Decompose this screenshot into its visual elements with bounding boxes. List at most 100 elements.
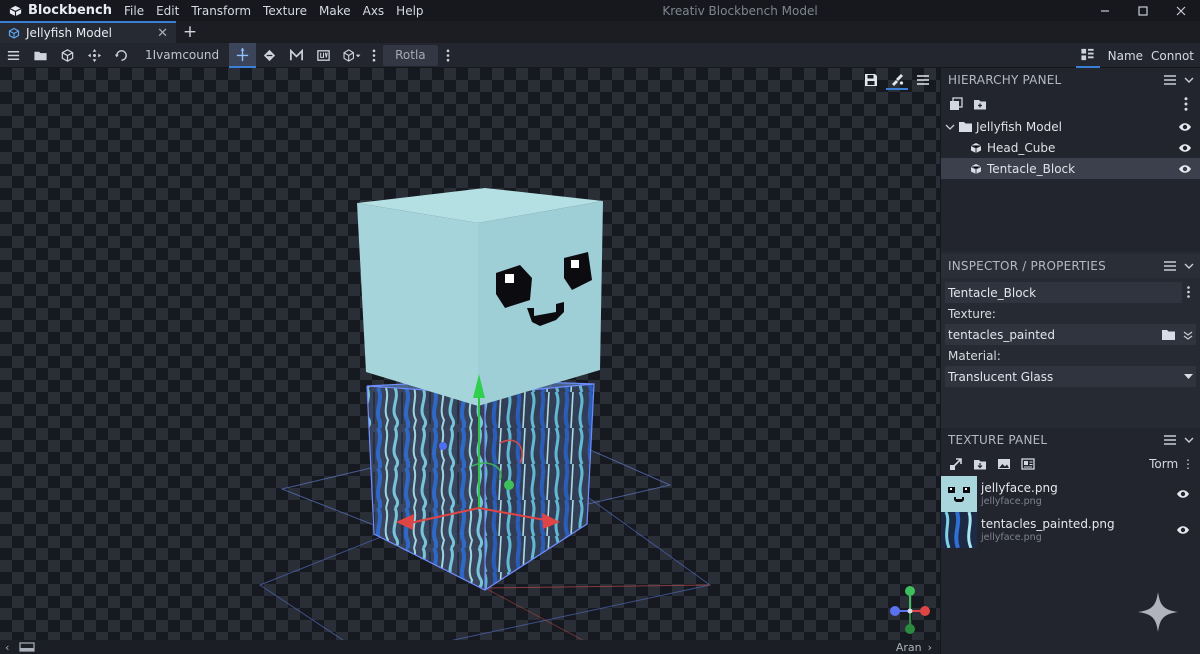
- tentacle-block[interactable]: [366, 379, 595, 591]
- paint-brush-icon: [892, 74, 904, 86]
- rotla-button[interactable]: Rotla: [383, 44, 438, 66]
- import-texture-icon[interactable]: [949, 457, 963, 471]
- tree-item-jellyfish-model[interactable]: Jellyfish Model: [941, 116, 1200, 137]
- save-view-button[interactable]: [860, 70, 882, 90]
- status-left-chevron-icon[interactable]: ‹: [0, 641, 9, 654]
- tab-label: Jellyfish Model: [26, 26, 112, 40]
- folder-download-icon[interactable]: [973, 457, 987, 471]
- material-value: Translucent Glass: [948, 369, 1054, 384]
- inspector-panel: INSPECTOR / PROPERTIES Tentacle_Block Te…: [941, 254, 1200, 426]
- material-select[interactable]: Translucent Glass: [945, 366, 1196, 387]
- toolbar-name-label[interactable]: Name: [1108, 49, 1143, 63]
- folder-icon: [34, 51, 47, 60]
- menu-file[interactable]: File: [118, 4, 150, 18]
- 3d-viewport[interactable]: [0, 68, 940, 640]
- more-vertical-icon[interactable]: [1179, 97, 1193, 111]
- rotate-icon: [114, 49, 127, 61]
- tree-label: Jellyfish Model: [976, 119, 1062, 134]
- texture-header: TEXTURE PANEL: [941, 428, 1200, 452]
- minimize-icon: [1101, 9, 1109, 12]
- menu-make[interactable]: Make: [313, 4, 357, 18]
- uv-tool-button[interactable]: [310, 43, 337, 68]
- main-menu-button[interactable]: [0, 43, 27, 68]
- chevron-down-icon[interactable]: [945, 122, 955, 132]
- move-tool-button[interactable]: [81, 43, 108, 68]
- toolbar-connot-label[interactable]: Connot: [1151, 49, 1194, 63]
- eye-icon[interactable]: [1176, 525, 1190, 535]
- viewport-icons: [860, 70, 934, 90]
- rotate-tool-button[interactable]: [108, 43, 135, 68]
- tree-item-head-cube[interactable]: Head_Cube: [941, 137, 1200, 158]
- eye-icon[interactable]: [1178, 164, 1192, 174]
- pivot-tool-button[interactable]: [229, 42, 257, 68]
- image-icon[interactable]: [997, 457, 1011, 471]
- toolbar-more-button-2[interactable]: [438, 43, 458, 68]
- chevron-down-icon[interactable]: [1183, 330, 1193, 340]
- menu-edit[interactable]: Edit: [150, 4, 185, 18]
- paint-tool-button[interactable]: [256, 43, 283, 68]
- tab-close-icon[interactable]: ✕: [157, 26, 168, 41]
- texture-title: TEXTURE PANEL: [948, 433, 1048, 447]
- mesh-tool-button[interactable]: [283, 43, 310, 68]
- jellyface-thumbnail: [941, 476, 977, 512]
- add-group-icon[interactable]: [949, 97, 963, 111]
- minimize-button[interactable]: [1086, 0, 1124, 21]
- texture-sheet-icon[interactable]: [1021, 457, 1035, 471]
- menu-lines-icon[interactable]: [1164, 75, 1176, 85]
- sparkle-icon: [1138, 592, 1178, 632]
- hamburger-icon: [7, 50, 20, 60]
- view-cube-dropdown[interactable]: [337, 43, 367, 68]
- layout-toggle-button[interactable]: [1075, 43, 1100, 68]
- texture-tools-label[interactable]: Torm ⋮: [1149, 457, 1194, 471]
- open-folder-button[interactable]: [27, 43, 54, 68]
- menu-lines-icon[interactable]: [1164, 435, 1176, 445]
- eye-icon[interactable]: [1178, 143, 1192, 153]
- status-right-chevron-icon[interactable]: ›: [928, 641, 932, 654]
- close-icon: [1176, 6, 1186, 15]
- mesh-m-icon: [290, 48, 304, 60]
- eye-icon[interactable]: [1176, 489, 1190, 499]
- blockbench-logo-icon: [9, 5, 22, 17]
- chevron-down-icon[interactable]: [1184, 261, 1194, 271]
- folder-icon: [958, 121, 972, 132]
- new-tab-button[interactable]: +: [176, 21, 204, 43]
- viewport-menu-button[interactable]: [912, 70, 934, 90]
- object-name-field[interactable]: Tentacle_Block: [945, 282, 1182, 303]
- panel-toggle-icon[interactable]: [19, 642, 36, 652]
- eye-icon[interactable]: [1178, 122, 1192, 132]
- more-vertical-icon[interactable]: [1187, 286, 1190, 298]
- tab-jellyfish-model[interactable]: Jellyfish Model ✕: [0, 21, 176, 43]
- menu-texture[interactable]: Texture: [257, 4, 313, 18]
- mode-label[interactable]: 1Ivamcound: [135, 48, 229, 62]
- add-folder-icon[interactable]: [973, 97, 987, 111]
- hamburger-icon: [917, 75, 929, 85]
- head-cube[interactable]: [357, 188, 603, 406]
- texture-item-jellyface[interactable]: jellyface.png jellyface.png: [941, 476, 1200, 512]
- texture-label: Texture:: [948, 306, 996, 321]
- tentacles-thumbnail: [941, 512, 977, 548]
- folder-icon[interactable]: [1162, 329, 1175, 340]
- layout-grid-icon: [1081, 48, 1094, 61]
- status-label[interactable]: Aran: [896, 641, 922, 654]
- object-name-value: Tentacle_Block: [948, 285, 1037, 300]
- tree-item-tentacle-block[interactable]: Tentacle_Block: [941, 158, 1200, 179]
- move-arrows-icon: [87, 48, 102, 62]
- chevron-down-icon[interactable]: [1184, 75, 1194, 85]
- status-bar: ‹ Aran ›: [0, 640, 940, 654]
- menu-transform[interactable]: Transform: [185, 4, 257, 18]
- paint-mode-button[interactable]: [886, 70, 908, 90]
- status-right: Aran ›: [896, 640, 932, 654]
- texture-field[interactable]: tentacles_painted: [945, 324, 1196, 345]
- scene-canvas[interactable]: [0, 68, 940, 640]
- texture-item-tentacles[interactable]: tentacles_painted.png jellyface.png: [941, 512, 1200, 548]
- menu-axs[interactable]: Axs: [357, 4, 391, 18]
- chevron-down-icon[interactable]: [1184, 435, 1194, 445]
- axis-orientation-gizmo[interactable]: [884, 584, 936, 636]
- toolbar-more-button[interactable]: [367, 43, 381, 68]
- add-cube-button[interactable]: [54, 43, 81, 68]
- maximize-button[interactable]: [1124, 0, 1162, 21]
- menu-help[interactable]: Help: [390, 4, 429, 18]
- menu-lines-icon[interactable]: [1164, 261, 1176, 271]
- texture-tools: Torm ⋮: [941, 452, 1200, 476]
- close-window-button[interactable]: [1162, 0, 1200, 21]
